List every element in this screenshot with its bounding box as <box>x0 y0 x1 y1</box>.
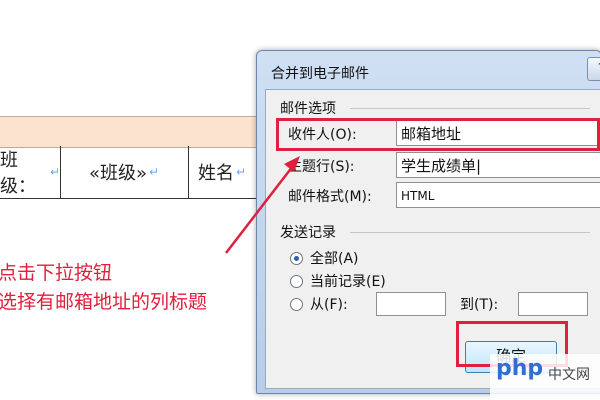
watermark-site: 中文网 <box>548 367 590 383</box>
arrow-head <box>284 156 300 172</box>
annotation-arrow <box>225 156 300 254</box>
watermark-logo: php <box>496 356 544 381</box>
arrow-shaft <box>225 161 297 254</box>
